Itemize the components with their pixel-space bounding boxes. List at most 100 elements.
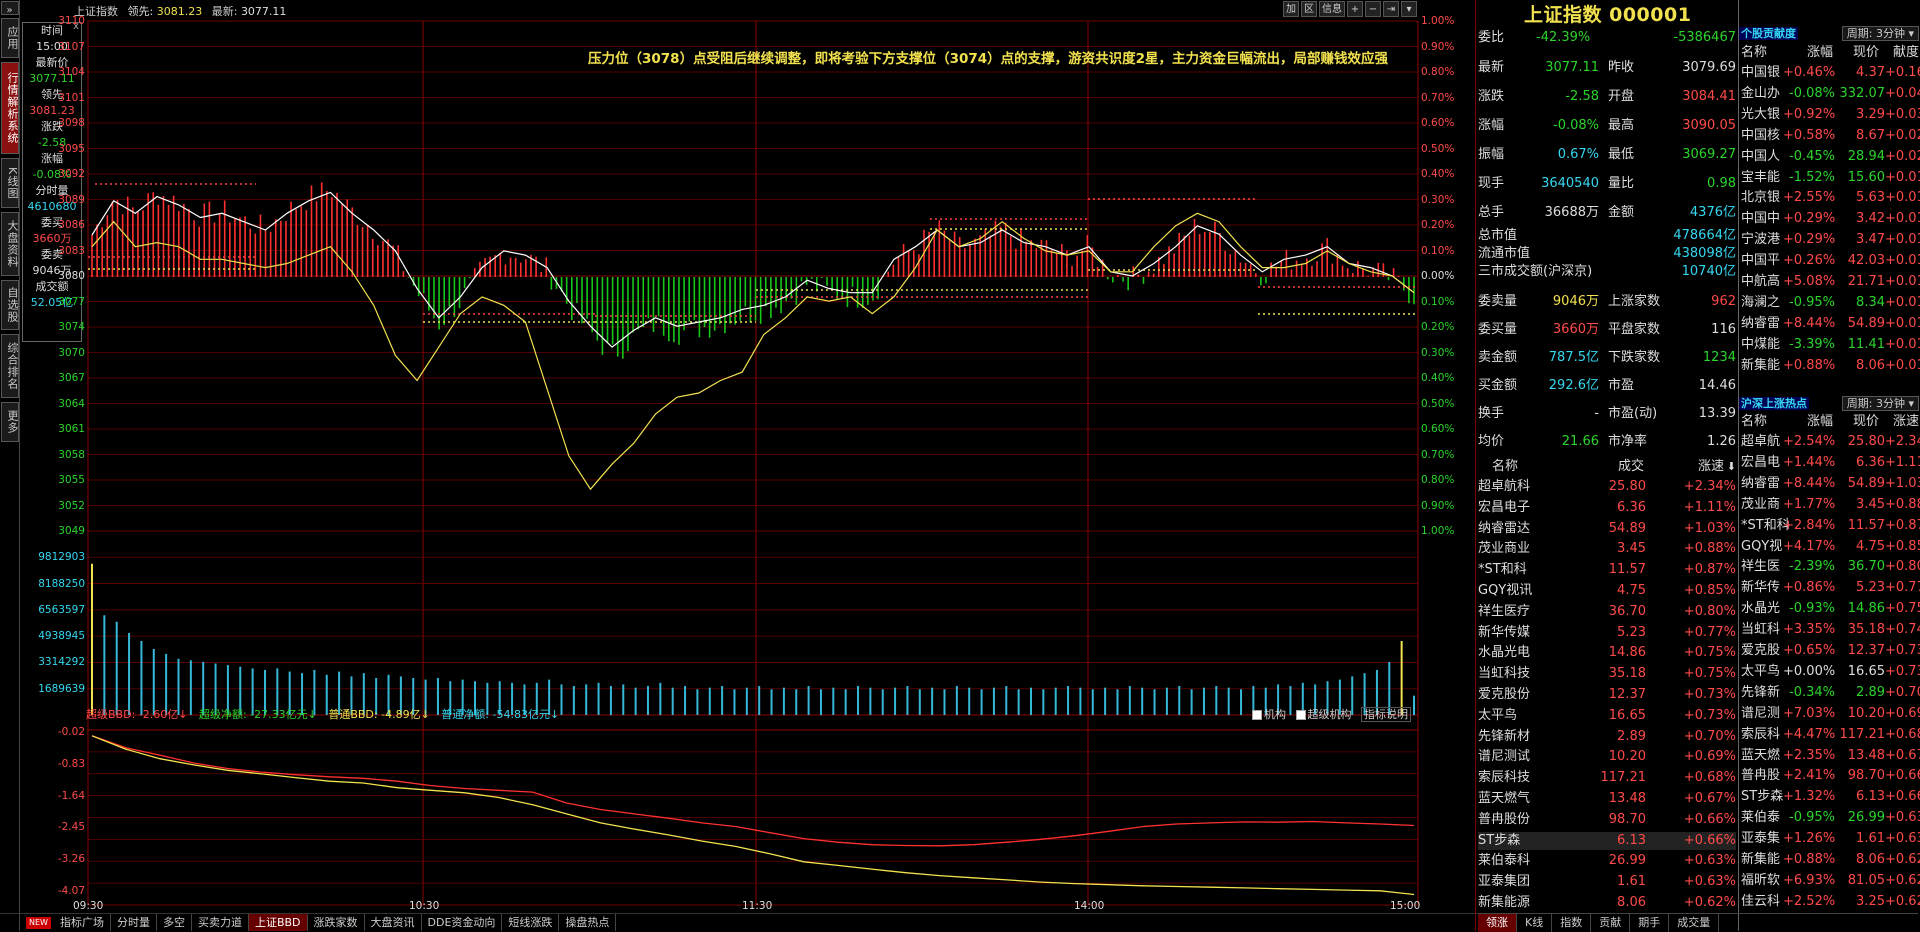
ranking-row[interactable]: *ST和科+2.84%11.57+0.87% bbox=[1741, 516, 1920, 536]
ranking-row[interactable]: GQY视+4.17% 4.75+0.85% bbox=[1741, 537, 1920, 557]
indicator-tab-5[interactable]: 涨跌家数 bbox=[308, 914, 365, 931]
ranking-row[interactable]: 宏昌电+1.44% 6.36+1.11% bbox=[1741, 453, 1920, 473]
stock-metric: +0.04 bbox=[1885, 85, 1920, 101]
ranking-row[interactable]: 中航高+5.08% 21.71+0.01 bbox=[1741, 272, 1920, 292]
ranking-row[interactable]: 中国平+0.26% 42.03+0.01 bbox=[1741, 251, 1920, 271]
ranking-row[interactable]: 佳云科+2.52% 3.25+0.62% bbox=[1741, 892, 1920, 912]
indicator-tab-9[interactable]: 操盘热点 bbox=[559, 914, 617, 931]
ranking-row[interactable]: 中国核+0.58% 8.67+0.02 bbox=[1741, 126, 1920, 146]
ranking-row[interactable]: 新集能+0.88% 8.06+0.62% bbox=[1741, 850, 1920, 870]
ranking-row[interactable]: 当虹科+3.35% 35.18+0.74% bbox=[1741, 620, 1920, 640]
list-item[interactable]: 当虹科技 35.18 +0.75% bbox=[1478, 665, 1736, 683]
indicator-tab-4[interactable]: 上证BBD bbox=[248, 914, 308, 931]
ranking-row[interactable]: 爱克股+0.65% 12.37+0.73% bbox=[1741, 641, 1920, 661]
institution-checkbox[interactable] bbox=[1252, 710, 1262, 720]
list-item[interactable]: 亚泰集团 1.61 +0.63% bbox=[1478, 873, 1736, 891]
sort-desc-icon[interactable]: ⬇ bbox=[1727, 458, 1736, 476]
indicator-tab-2[interactable]: 多空 bbox=[157, 914, 192, 931]
indicator-tab-8[interactable]: 短线涨跌 bbox=[502, 914, 560, 931]
stock-name: 蓝天燃气 bbox=[1478, 791, 1531, 806]
stock-price: 28.94 bbox=[1847, 148, 1885, 164]
ranking-row[interactable]: 莱伯泰 -0.95% 26.99+0.63% bbox=[1741, 808, 1920, 828]
list-item[interactable]: 普冉股份 98.70 +0.66% bbox=[1478, 811, 1736, 829]
ranking-row[interactable]: 超卓航+2.54% 25.80+2.34% bbox=[1741, 432, 1920, 452]
quote-value: 116 bbox=[1711, 322, 1736, 337]
right-tab-3[interactable]: 贡献 bbox=[1591, 914, 1631, 932]
quote-label: 最高 bbox=[1608, 118, 1635, 133]
indicator-tab-3[interactable]: 买卖力道 bbox=[192, 914, 249, 931]
list-item[interactable]: 爱克股份 12.37 +0.73% bbox=[1478, 686, 1736, 704]
ranking-row[interactable]: 先锋新 -0.34% 2.89+0.70% bbox=[1741, 683, 1920, 703]
stock-price: 81.05 bbox=[1847, 872, 1885, 888]
list-item[interactable]: GQY视讯 4.75 +0.85% bbox=[1478, 582, 1736, 600]
list-item[interactable]: *ST和科 11.57 +0.87% bbox=[1478, 561, 1736, 579]
stock-metric: +0.75% bbox=[1885, 601, 1920, 617]
list-item[interactable]: 蓝天燃气 13.48 +0.67% bbox=[1478, 790, 1736, 808]
ranking-row[interactable]: 金山办 -0.08%332.07+0.04 bbox=[1741, 84, 1920, 104]
list-item[interactable]: 水晶光电 14.86 +0.75% bbox=[1478, 644, 1736, 662]
list-item[interactable]: 新华传媒 5.23 +0.77% bbox=[1478, 624, 1736, 642]
ranking-row[interactable]: ST步森+1.32% 6.13+0.66% bbox=[1741, 787, 1920, 807]
ranking-row[interactable]: 纳睿雷+8.44% 54.89+0.01 bbox=[1741, 314, 1920, 334]
right-tab-5[interactable]: 成交量 bbox=[1669, 914, 1720, 932]
ranking-row[interactable]: 纳睿雷+8.44% 54.89+1.03% bbox=[1741, 474, 1920, 494]
ranking-row[interactable]: 宁波港+0.29% 3.47+0.01 bbox=[1741, 230, 1920, 250]
indicator-tab-7[interactable]: DDE资金动向 bbox=[422, 914, 503, 931]
right-tab-2[interactable]: 指数 bbox=[1552, 914, 1592, 932]
price-tick-label: 3110 bbox=[58, 15, 85, 27]
stock-speed: +0.70% bbox=[1683, 728, 1736, 744]
ranking-row[interactable]: 新华传+0.86% 5.23+0.77% bbox=[1741, 578, 1920, 598]
indicator-tab-1[interactable]: 分时量 bbox=[111, 914, 157, 931]
indicator-tab-0[interactable]: 指标广场 bbox=[54, 914, 111, 931]
list-item[interactable]: 莱伯泰科 26.99 +0.63% bbox=[1478, 852, 1736, 870]
super-institution-checkbox[interactable] bbox=[1295, 710, 1306, 720]
ranking-row[interactable]: 索辰科+4.47%117.21+0.68% bbox=[1741, 725, 1920, 745]
ranking-row[interactable]: 蓝天燃+2.35% 13.48+0.67% bbox=[1741, 746, 1920, 766]
stock-metric: +0.62% bbox=[1885, 872, 1920, 888]
list-item[interactable]: 宏昌电子 6.36 +1.11% bbox=[1478, 499, 1736, 517]
ranking-row[interactable]: 光大银+0.92% 3.29+0.03 bbox=[1741, 105, 1920, 125]
indicator-tab-6[interactable]: 大盘资讯 bbox=[365, 914, 422, 931]
stock-name: 中国核 bbox=[1741, 127, 1781, 143]
ranking-row[interactable]: 新集能+0.88% 8.06+0.01 bbox=[1741, 356, 1920, 376]
ranking-row[interactable]: 谱尼测+7.03% 10.20+0.69% bbox=[1741, 704, 1920, 724]
list-item[interactable]: 新集能源 8.06 +0.62% bbox=[1478, 894, 1736, 912]
ranking-row[interactable]: 宝丰能 -1.52% 15.60+0.01 bbox=[1741, 168, 1920, 188]
ranking-row[interactable]: 太平鸟+0.00% 16.65+0.73% bbox=[1741, 662, 1920, 682]
ranking-row[interactable]: 中煤能 -3.39% 11.41+0.01 bbox=[1741, 335, 1920, 355]
ranking-row[interactable]: 水晶光 -0.93% 14.86+0.75% bbox=[1741, 599, 1920, 619]
stock-change: +0.29% bbox=[1783, 232, 1836, 248]
list-item[interactable]: 谱尼测试 10.20 +0.69% bbox=[1478, 748, 1736, 766]
stock-metric: +0.88% bbox=[1885, 496, 1920, 512]
price-tick-label: 3101 bbox=[58, 91, 85, 104]
intraday-chart[interactable] bbox=[0, 0, 1475, 912]
list-item[interactable]: 先锋新材 2.89 +0.70% bbox=[1478, 728, 1736, 746]
ranking-row[interactable]: 祥生医 -2.39% 36.70+0.80% bbox=[1741, 557, 1920, 577]
price-tick-label: 3107 bbox=[58, 40, 85, 53]
list-item[interactable]: 祥生医疗 36.70 +0.80% bbox=[1478, 603, 1736, 621]
ranking-row[interactable]: 中国人 -0.45% 28.94+0.02 bbox=[1741, 147, 1920, 167]
right-tab-1[interactable]: K线 bbox=[1517, 914, 1553, 932]
ranking-row[interactable]: 中国中+0.29% 3.42+0.01 bbox=[1741, 209, 1920, 229]
stock-change: +2.52% bbox=[1783, 893, 1836, 909]
list-item[interactable]: 纳睿雷达 54.89 +1.03% bbox=[1478, 520, 1736, 538]
list-item[interactable]: ST步森 6.13 +0.66% bbox=[1478, 831, 1736, 850]
ranking-row[interactable]: 福昕软+6.93% 81.05+0.62% bbox=[1741, 871, 1920, 891]
indicator-help-button[interactable]: 指标说明 bbox=[1361, 707, 1411, 722]
time-tick-label: 09:30 bbox=[73, 900, 104, 912]
ranking-row[interactable]: 亚泰集+1.26% 1.61+0.63% bbox=[1741, 829, 1920, 849]
list-item[interactable]: 太平鸟 16.65 +0.73% bbox=[1478, 707, 1736, 725]
hot-period-select[interactable]: 周期: 3分钟 ▾ bbox=[1841, 396, 1919, 411]
ranking-row[interactable]: 中国银+0.46% 4.37+0.16 bbox=[1741, 63, 1920, 83]
ranking-row[interactable]: 茂业商+1.77% 3.45+0.88% bbox=[1741, 495, 1920, 515]
ranking-row[interactable]: 海澜之 -0.95% 8.34+0.01 bbox=[1741, 293, 1920, 313]
right-tab-0[interactable]: 领涨 bbox=[1478, 914, 1517, 932]
ranking-row[interactable]: 北京银+2.55% 5.63+0.01 bbox=[1741, 188, 1920, 208]
list-item[interactable]: 索辰科技 117.21 +0.68% bbox=[1478, 769, 1736, 787]
list-item[interactable]: 茂业商业 3.45 +0.88% bbox=[1478, 540, 1736, 558]
contrib-period-select[interactable]: 周期: 3分钟 ▾ bbox=[1841, 26, 1919, 41]
right-tab-4[interactable]: 期手 bbox=[1630, 914, 1670, 932]
pct-tick-label: 0.90% bbox=[1421, 499, 1455, 512]
ranking-row[interactable]: 普冉股+2.41% 98.70+0.66% bbox=[1741, 766, 1920, 786]
list-item[interactable]: 超卓航科 25.80 +2.34% bbox=[1478, 478, 1736, 496]
